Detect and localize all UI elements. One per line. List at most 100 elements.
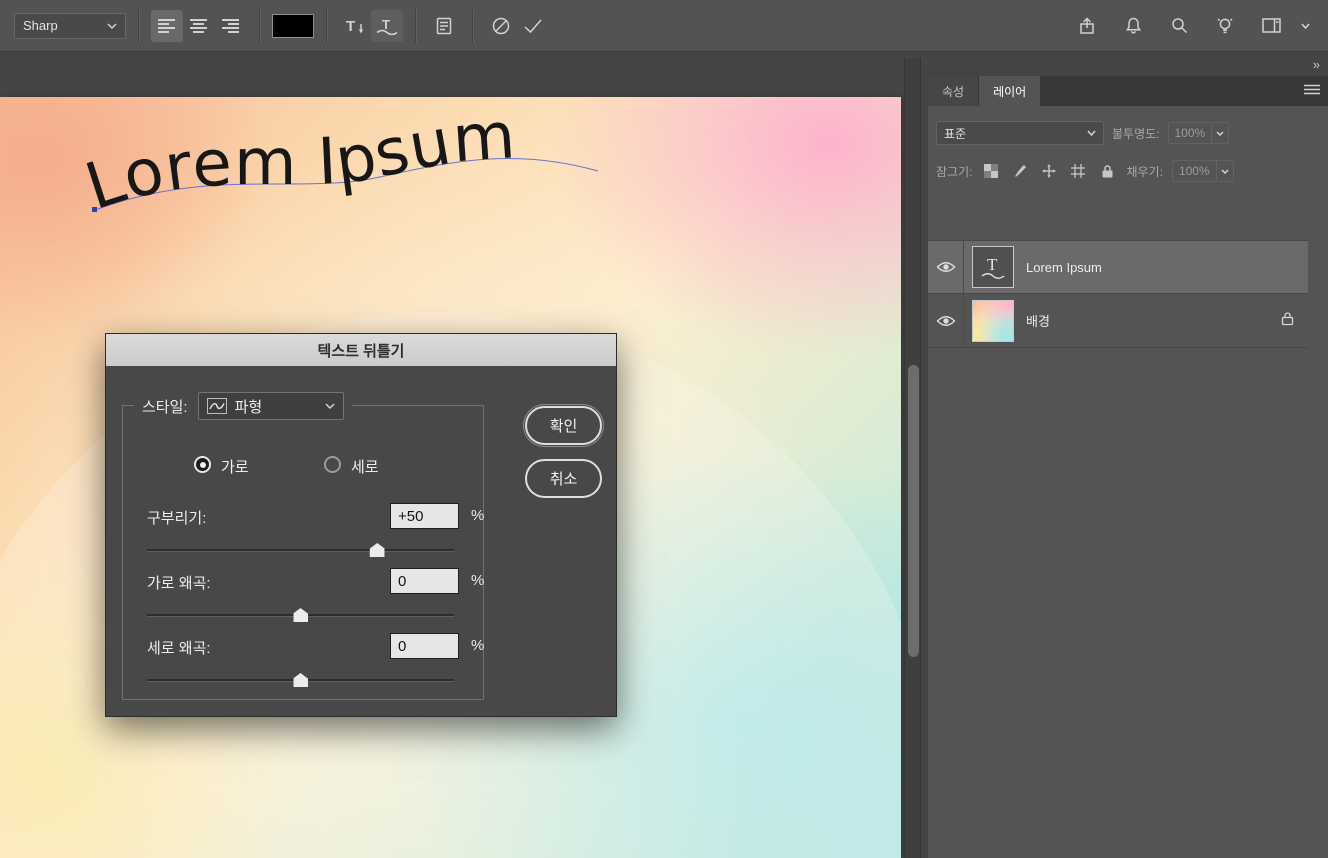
blend-mode-select[interactable]: 표준 [936,121,1104,145]
layer-row-lorem-ipsum[interactable]: T Lorem Ipsum [928,240,1308,294]
warped-text-thumb-icon: T [978,253,1008,281]
style-row: 스타일: 파형 [134,391,352,421]
search-button[interactable] [1163,10,1195,42]
text-orientation-icon: T [344,17,366,35]
visibility-toggle[interactable] [928,240,964,294]
fill-label: 채우기: [1126,163,1162,180]
search-icon [1171,17,1188,34]
panel-menu-button[interactable] [1304,82,1320,100]
toggle-panels-button[interactable] [428,10,460,42]
antialias-value: Sharp [23,18,58,33]
align-center-button[interactable] [183,10,215,42]
layer-name: 배경 [1026,311,1050,330]
chevron-down-icon [1216,131,1224,136]
warp-style-select[interactable]: 파형 [198,392,344,420]
h-distort-input[interactable] [390,568,459,594]
toolbar-divider [138,9,139,43]
antialias-select[interactable]: Sharp [14,13,126,39]
share-button[interactable] [1071,10,1103,42]
lock-all-button[interactable] [1097,161,1117,181]
ok-button[interactable]: 확인 [525,406,602,445]
align-right-icon [222,19,240,33]
layer-row-background[interactable]: 배경 [928,294,1308,348]
h-distort-slider[interactable] [147,608,454,622]
lock-artboard-button[interactable] [1068,161,1088,181]
warped-text-layer[interactable]: Lorem Ipsum [70,115,630,235]
collapse-panels-icon[interactable]: » [1313,57,1318,72]
radio-horizontal-label: 가로 [221,456,249,477]
cancel-button[interactable]: 취소 [525,459,602,498]
chevron-down-icon[interactable] [1301,23,1310,29]
commit-edits-button[interactable] [517,10,549,42]
tab-properties[interactable]: 속성 [928,76,978,106]
bend-slider[interactable] [147,543,454,557]
svg-text:T: T [346,18,355,35]
canvas-text: Lorem Ipsum [77,115,518,225]
brush-icon [1013,164,1027,178]
layer-locked-badge [1281,311,1294,331]
lock-icon [1281,311,1294,326]
v-distort-input[interactable] [390,633,459,659]
toolbar-divider [415,9,416,43]
cancel-edits-button[interactable] [485,10,517,42]
notifications-button[interactable] [1117,10,1149,42]
warp-text-button[interactable]: T [371,10,403,42]
share-icon [1078,17,1096,35]
chevron-down-icon [325,403,335,409]
bend-input[interactable] [390,503,459,529]
discover-button[interactable] [1209,10,1241,42]
move-icon [1042,164,1056,178]
text-orientation-button[interactable]: T [339,10,371,42]
align-right-button[interactable] [215,10,247,42]
blend-mode-row: 표준 불투명도: 100% [928,120,1328,146]
tab-layers-label: 레이어 [993,83,1026,100]
panel-tab-row: 속성 레이어 [928,76,1328,106]
bend-unit: % [471,507,484,524]
h-distort-slider-thumb[interactable] [293,608,308,622]
scrollbar-thumb[interactable] [908,365,919,657]
layers-panel-body: 표준 불투명도: 100% 잠그기: [928,106,1328,858]
lock-transparency-button[interactable] [981,161,1001,181]
align-center-icon [190,19,208,33]
lock-label: 잠그기: [936,163,972,180]
style-label: 스타일: [142,396,188,417]
workspace-switcher-button[interactable] [1255,10,1287,42]
text-layer-thumbnail[interactable]: T [972,246,1014,288]
opacity-value-select[interactable]: 100% [1168,122,1230,144]
character-panel-icon [435,17,453,35]
dialog-titlebar[interactable]: 텍스트 뒤틀기 [106,334,616,366]
hamburger-menu-icon [1304,84,1320,95]
h-distort-label: 가로 왜곡: [147,572,211,593]
align-left-icon [158,19,176,33]
bell-icon [1125,17,1142,34]
lock-position-button[interactable] [1039,161,1059,181]
lightbulb-icon [1216,17,1234,35]
v-distort-slider[interactable] [147,673,454,687]
fill-value-select[interactable]: 100% [1172,160,1234,182]
chevron-down-icon [107,23,117,29]
radio-horizontal[interactable] [194,456,211,473]
background-layer-thumbnail[interactable] [972,300,1014,342]
vertical-scrollbar[interactable] [904,58,921,858]
warp-text-dialog: 텍스트 뒤틀기 스타일: 파형 가로 세로 구부리기: [105,333,617,717]
v-distort-slider-thumb[interactable] [293,673,308,687]
photoshop-window: Sharp [0,0,1328,858]
fill-value: 100% [1179,164,1210,178]
visibility-toggle[interactable] [928,294,964,348]
svg-text:T: T [382,17,390,32]
bend-slider-thumb[interactable] [370,543,385,557]
radio-vertical[interactable] [324,456,341,473]
tab-layers[interactable]: 레이어 [979,76,1040,106]
lock-icon [1101,164,1114,179]
text-color-swatch[interactable] [272,14,314,38]
opacity-label: 불투명도: [1112,125,1160,142]
v-distort-unit: % [471,637,484,654]
workspace-icon [1262,18,1281,33]
toolbar-divider [472,9,473,43]
warp-text-icon: T [375,17,399,35]
checkerboard-icon [984,164,998,178]
wave-style-icon [207,398,227,414]
toolbar-divider [326,9,327,43]
lock-pixels-button[interactable] [1010,161,1030,181]
align-left-button[interactable] [151,10,183,42]
